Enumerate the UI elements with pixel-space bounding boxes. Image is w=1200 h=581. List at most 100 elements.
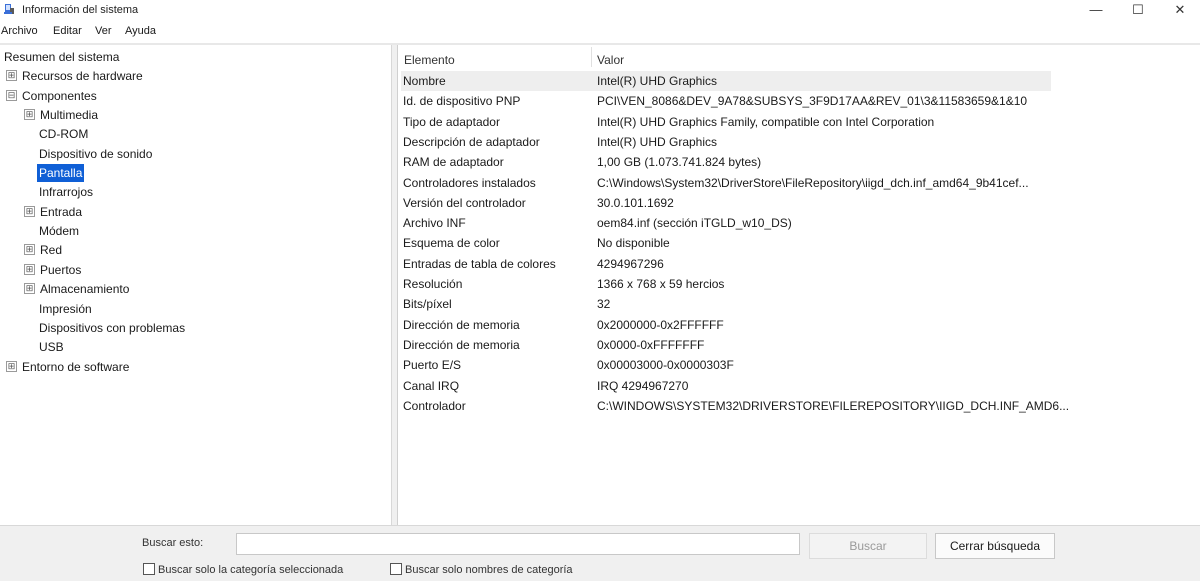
detail-element: Esquema de color <box>403 236 500 250</box>
expand-icon[interactable]: ⊞ <box>6 361 17 373</box>
detail-value: 1,00 GB (1.073.741.824 bytes) <box>597 155 762 169</box>
expand-icon[interactable]: ⊞ <box>24 109 35 121</box>
detail-row[interactable]: Dirección de memoria 0x0000-0xFFFFFFF <box>401 335 1051 355</box>
detail-value: 0x2000000-0x2FFFFFF <box>597 318 724 332</box>
detail-value: Intel(R) UHD Graphics <box>597 74 718 88</box>
expand-icon[interactable]: ⊞ <box>6 70 17 82</box>
expand-icon[interactable]: ⊞ <box>24 264 35 276</box>
search-label: Buscar esto: <box>142 537 204 549</box>
detail-value: 30.0.101.1692 <box>597 196 674 210</box>
detail-row[interactable]: Id. de dispositivo PNP PCI\VEN_8086&DEV_9… <box>401 91 1051 111</box>
tree-node-software-environment[interactable]: ⊞ Entorno de software <box>6 358 129 376</box>
detail-element: Canal IRQ <box>403 379 460 393</box>
tree-node-sound-device[interactable]: Dispositivo de sonido <box>39 145 152 163</box>
detail-row[interactable]: Archivo INF oem84.inf (sección iTGLD_w10_… <box>401 213 1051 233</box>
detail-element: Id. de dispositivo PNP <box>403 94 521 108</box>
column-divider[interactable] <box>591 47 592 67</box>
detail-value: Intel(R) UHD Graphics Family, compatible… <box>597 115 935 129</box>
detail-value: 4294967296 <box>597 257 664 271</box>
tree-node-problem-devices[interactable]: Dispositivos con problemas <box>39 319 185 337</box>
tree-node-printing[interactable]: Impresión <box>39 300 92 318</box>
checkbox-box[interactable] <box>143 563 155 576</box>
search-button[interactable]: Buscar <box>809 533 927 559</box>
detail-row[interactable]: Controladores instalados C:\Windows\Syste… <box>401 173 1051 193</box>
detail-value: IRQ 4294967270 <box>597 379 689 393</box>
expand-icon[interactable]: ⊞ <box>24 206 35 218</box>
detail-value: C:\Windows\System32\DriverStore\FileRepo… <box>597 176 1029 190</box>
detail-value: No disponible <box>597 236 670 250</box>
detail-value: Intel(R) UHD Graphics <box>597 135 718 149</box>
detail-row[interactable]: Nombre Intel(R) UHD Graphics <box>401 71 1051 91</box>
detail-row[interactable]: Resolución 1366 x 768 x 59 hercios <box>401 274 1051 294</box>
menu-archivo[interactable]: Archivo <box>1 25 38 37</box>
search-bar: Buscar esto: Buscar Cerrar búsqueda Busc… <box>0 525 1200 581</box>
detail-value: 0x00003000-0x0000303F <box>597 358 734 372</box>
tree-node-usb[interactable]: USB <box>39 338 64 356</box>
detail-value: PCI\VEN_8086&DEV_9A78&SUBSYS_3F9D17AA&RE… <box>597 94 1028 108</box>
tree-node-components[interactable]: ⊟ Componentes <box>6 87 97 105</box>
detail-value: oem84.inf (sección iTGLD_w10_DS) <box>597 216 792 230</box>
tree-node-ports[interactable]: ⊞ Puertos <box>24 261 81 279</box>
tree-node-hardware-resources[interactable]: ⊞ Recursos de hardware <box>6 67 143 85</box>
column-header-element[interactable]: Elemento <box>404 51 455 69</box>
checkbox-box[interactable] <box>390 563 402 576</box>
detail-row[interactable]: Controlador C:\WINDOWS\SYSTEM32\DRIVERSTO… <box>401 396 1069 416</box>
search-input[interactable] <box>236 533 800 555</box>
tree-node-infrared[interactable]: Infrarrojos <box>39 183 93 201</box>
menu-ver[interactable]: Ver <box>95 25 112 37</box>
detail-element: Tipo de adaptador <box>403 115 500 129</box>
window-title: Información del sistema <box>22 4 139 16</box>
detail-element: Controlador <box>403 399 466 413</box>
detail-element: Nombre <box>403 74 446 88</box>
detail-element: Versión del controlador <box>403 196 526 210</box>
category-tree[interactable]: Resumen del sistema ⊞ Recursos de hardwar… <box>0 45 392 525</box>
detail-row[interactable]: Canal IRQ IRQ 4294967270 <box>401 376 1051 396</box>
detail-element: Descripción de adaptador <box>403 135 540 149</box>
checkbox-search-category-names[interactable]: Buscar solo nombres de categoría <box>390 563 573 576</box>
menu-editar[interactable]: Editar <box>53 25 82 37</box>
tree-node-network[interactable]: ⊞ Red <box>24 241 62 259</box>
detail-element: Archivo INF <box>403 216 466 230</box>
menu-ayuda[interactable]: Ayuda <box>125 25 156 37</box>
column-header-value[interactable]: Valor <box>597 51 624 69</box>
checkbox-search-selected-category[interactable]: Buscar solo la categoría seleccionada <box>143 563 343 576</box>
tree-node-modem[interactable]: Módem <box>39 222 79 240</box>
maximize-button[interactable]: ☐ <box>1118 0 1158 22</box>
detail-value: 1366 x 768 x 59 hercios <box>597 277 725 291</box>
expand-icon[interactable]: ⊞ <box>24 283 35 295</box>
detail-row[interactable]: Descripción de adaptador Intel(R) UHD Gra… <box>401 132 1051 152</box>
menu-bar: Archivo Editar Ver Ayuda <box>0 22 1200 42</box>
detail-element: Bits/píxel <box>403 297 452 311</box>
detail-value: 0x0000-0xFFFFFFF <box>597 338 705 352</box>
tree-node-multimedia[interactable]: ⊞ Multimedia <box>24 106 98 124</box>
detail-element: Entradas de tabla de colores <box>403 257 556 271</box>
detail-row[interactable]: Entradas de tabla de colores 4294967296 <box>401 254 1051 274</box>
detail-value: 32 <box>597 297 611 311</box>
detail-element: Controladores instalados <box>403 176 536 190</box>
detail-row[interactable]: Puerto E/S 0x00003000-0x0000303F <box>401 355 1051 375</box>
tree-node-system-summary[interactable]: Resumen del sistema <box>4 48 119 66</box>
detail-element: Resolución <box>403 277 463 291</box>
tree-node-storage[interactable]: ⊞ Almacenamiento <box>24 280 129 298</box>
detail-element: Dirección de memoria <box>403 318 520 332</box>
detail-row[interactable]: Bits/píxel 32 <box>401 294 1051 314</box>
expand-icon[interactable]: ⊞ <box>24 244 35 256</box>
tree-node-display[interactable]: Pantalla <box>37 164 85 182</box>
detail-value: C:\WINDOWS\SYSTEM32\DRIVERSTORE\FILEREPO… <box>597 399 1070 413</box>
detail-element: Dirección de memoria <box>403 338 520 352</box>
detail-row[interactable]: Dirección de memoria 0x2000000-0x2FFFFFF <box>401 315 1051 335</box>
tree-node-cdrom[interactable]: CD-ROM <box>39 125 88 143</box>
collapse-icon[interactable]: ⊟ <box>6 90 17 102</box>
title-bar: Información del sistema — ☐ ✕ <box>0 0 1200 22</box>
detail-row[interactable]: Tipo de adaptador Intel(R) UHD Graphics F… <box>401 112 1051 132</box>
detail-row[interactable]: Versión del controlador 30.0.101.1692 <box>401 193 1051 213</box>
close-button[interactable]: ✕ <box>1160 0 1200 22</box>
detail-element: Puerto E/S <box>403 358 462 372</box>
detail-row[interactable]: RAM de adaptador 1,00 GB (1.073.741.824 b… <box>401 152 1051 172</box>
close-search-button[interactable]: Cerrar búsqueda <box>935 533 1055 559</box>
detail-element: RAM de adaptador <box>403 155 504 169</box>
system-information-icon <box>4 4 14 14</box>
detail-row[interactable]: Esquema de color No disponible <box>401 233 1051 253</box>
tree-node-input[interactable]: ⊞ Entrada <box>24 203 82 221</box>
minimize-button[interactable]: — <box>1076 0 1116 22</box>
